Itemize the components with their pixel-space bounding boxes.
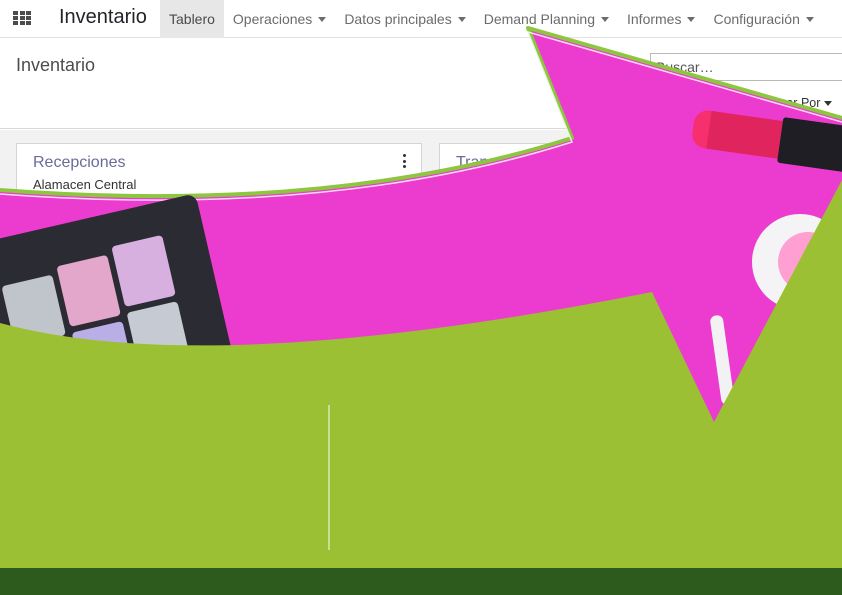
footer-bar xyxy=(0,568,842,595)
promo-arrow-graphic xyxy=(0,26,842,595)
